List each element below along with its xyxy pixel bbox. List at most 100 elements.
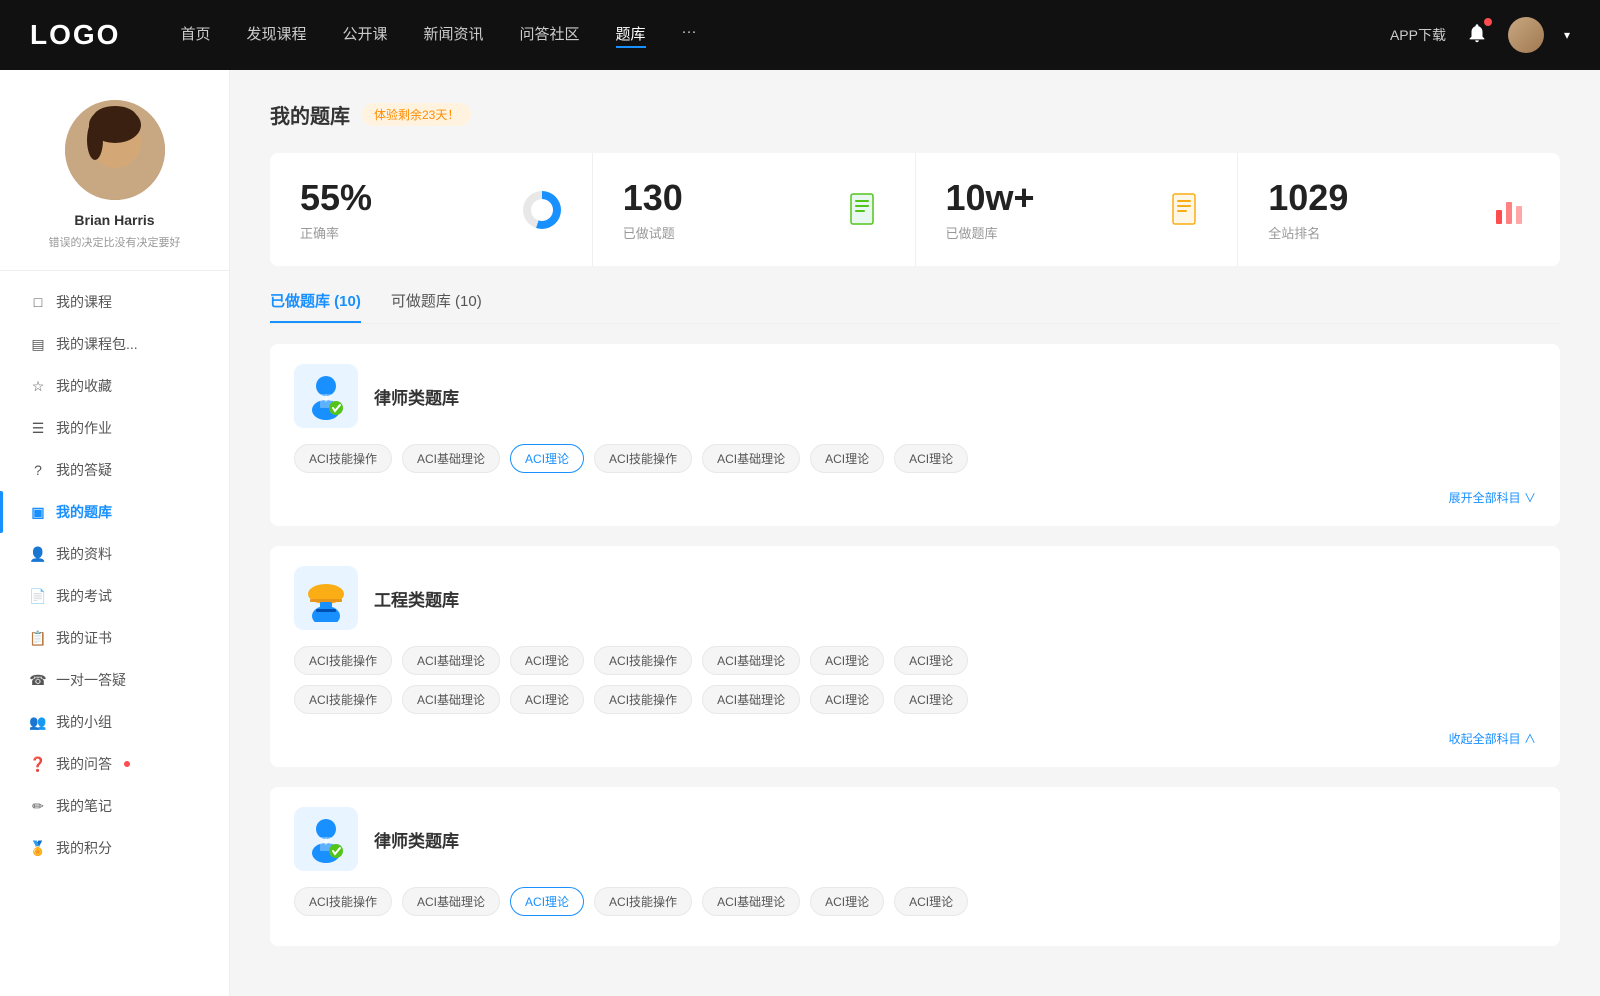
main-layout: Brian Harris 错误的决定比没有决定要好 □我的课程▤我的课程包...… (0, 70, 1600, 996)
stat-icon-doc-orange (1167, 190, 1207, 230)
tag-2-3[interactable]: ACI技能操作 (594, 887, 692, 916)
stat-item-2: 10w+已做题库 (916, 153, 1239, 266)
sidebar-item-label-profile: 我的资料 (56, 544, 112, 564)
stat-item-3: 1029全站排名 (1238, 153, 1560, 266)
nav-right: APP下载 ▾ (1390, 17, 1570, 53)
sidebar-item-label-group: 我的小组 (56, 712, 112, 732)
bank-title-0: 律师类题库 (374, 384, 459, 409)
nav-link-0[interactable]: 首页 (180, 23, 210, 48)
tag-0-1[interactable]: ACI基础理论 (402, 444, 500, 473)
sidebar-item-profile[interactable]: 👤我的资料 (0, 533, 229, 575)
tab-bar: 已做题库 (10) 可做题库 (10) (270, 290, 1560, 324)
sidebar-item-group[interactable]: 👥 我的小组 (0, 701, 229, 743)
qa-icon: ? (30, 462, 46, 478)
sidebar-item-exam[interactable]: 📄我的考试 (0, 575, 229, 617)
tag-r2-1-0[interactable]: ACI技能操作 (294, 685, 392, 714)
stat-value-2: 10w+ (946, 177, 1152, 219)
sidebar-item-course-pkg[interactable]: ▤我的课程包... (0, 323, 229, 365)
nav-link-4[interactable]: 问答社区 (520, 23, 580, 48)
tag-r2-1-4[interactable]: ACI基础理论 (702, 685, 800, 714)
tag-r2-1-1[interactable]: ACI基础理论 (402, 685, 500, 714)
bank-icon: ▣ (30, 504, 46, 520)
sidebar-item-notes[interactable]: ✏ 我的笔记 (0, 785, 229, 827)
tag-2-4[interactable]: ACI基础理论 (702, 887, 800, 916)
tag-r2-1-6[interactable]: ACI理论 (894, 685, 968, 714)
bank-title-2: 律师类题库 (374, 827, 459, 852)
nav-link-1[interactable]: 发现课程 (246, 23, 306, 48)
tag-r1-1-4[interactable]: ACI基础理论 (702, 646, 800, 675)
tab-0[interactable]: 已做题库 (10) (270, 290, 361, 323)
tag-2-2[interactable]: ACI理论 (510, 887, 584, 916)
avatar-image (65, 100, 165, 200)
logo[interactable]: LOGO (30, 19, 120, 51)
sidebar-item-myqa[interactable]: ❓我的问答 (0, 743, 229, 785)
nav-link-3[interactable]: 新闻资讯 (424, 23, 484, 48)
tab-1[interactable]: 可做题库 (10) (391, 290, 482, 323)
points-icon: 🏅 (30, 840, 46, 856)
sidebar-item-label-exam: 我的考试 (56, 586, 112, 606)
sidebar-item-qa[interactable]: ?我的答疑 (0, 449, 229, 491)
bank-icon-engineer (294, 566, 358, 630)
bank-card-bank1: 律师类题库ACI技能操作ACI基础理论ACI理论ACI技能操作ACI基础理论AC… (270, 344, 1560, 526)
tag-2-0[interactable]: ACI技能操作 (294, 887, 392, 916)
nav-link-6[interactable]: ··· (682, 23, 697, 48)
sidebar-item-favorites[interactable]: ☆ 我的收藏 (0, 365, 229, 407)
tag-0-0[interactable]: ACI技能操作 (294, 444, 392, 473)
myqa-dot (124, 761, 130, 767)
tag-2-1[interactable]: ACI基础理论 (402, 887, 500, 916)
bank-cards-container: 律师类题库ACI技能操作ACI基础理论ACI理论ACI技能操作ACI基础理论AC… (270, 344, 1560, 946)
user-avatar-nav[interactable] (1508, 17, 1544, 53)
sidebar-item-bank[interactable]: ▣我的题库 (0, 491, 229, 533)
stat-label-1: 已做试题 (623, 223, 829, 242)
sidebar-item-courses[interactable]: □我的课程 (0, 281, 229, 323)
sidebar-item-cert[interactable]: 📋我的证书 (0, 617, 229, 659)
bank-card-header-2: 律师类题库 (294, 807, 1536, 871)
sidebar-item-homework[interactable]: ☰我的作业 (0, 407, 229, 449)
notification-badge (1484, 18, 1492, 26)
sidebar-username: Brian Harris (74, 212, 154, 228)
tag-0-2[interactable]: ACI理论 (510, 444, 584, 473)
nav-link-5[interactable]: 题库 (616, 23, 646, 48)
notes-icon: ✏ (30, 798, 46, 814)
tag-2-6[interactable]: ACI理论 (894, 887, 968, 916)
notification-bell-icon[interactable] (1466, 22, 1488, 49)
stat-label-0: 正确率 (300, 223, 506, 242)
stat-value-3: 1029 (1268, 177, 1474, 219)
tag-0-3[interactable]: ACI技能操作 (594, 444, 692, 473)
nav-link-2[interactable]: 公开课 (342, 23, 387, 48)
bank-icon-lawyer (294, 807, 358, 871)
avatar (65, 100, 165, 200)
tags-row-0: ACI技能操作 ACI基础理论 ACI理论 ACI技能操作 ACI基础理论 ACI理论 AC… (294, 444, 1536, 473)
sidebar: Brian Harris 错误的决定比没有决定要好 □我的课程▤我的课程包...… (0, 70, 230, 996)
tag-0-4[interactable]: ACI基础理论 (702, 444, 800, 473)
tag-0-5[interactable]: ACI理论 (810, 444, 884, 473)
app-download-button[interactable]: APP下载 (1390, 25, 1446, 45)
tag-r1-1-2[interactable]: ACI理论 (510, 646, 584, 675)
sidebar-item-label-favorites: 我的收藏 (56, 376, 112, 396)
expand-link-0[interactable]: 展开全部科目 ∨ (294, 483, 1536, 506)
tag-r1-1-1[interactable]: ACI基础理论 (402, 646, 500, 675)
tag-2-5[interactable]: ACI理论 (810, 887, 884, 916)
navbar: LOGO 首页 发现课程 公开课 新闻资讯 问答社区 题库 ··· APP下载 ▾ (0, 0, 1600, 70)
group-icon: 👥 (30, 714, 46, 730)
sidebar-menu: □我的课程▤我的课程包... ☆ 我的收藏 ☰我的作业?我的答疑▣我的题库👤我的资料📄… (0, 271, 229, 879)
tag-r2-1-3[interactable]: ACI技能操作 (594, 685, 692, 714)
tags-row-2-1: ACI技能操作 ACI基础理论 ACI理论 ACI技能操作 ACI基础理论 ACI理论 AC… (294, 685, 1536, 714)
tag-r1-1-6[interactable]: ACI理论 (894, 646, 968, 675)
bank-title-1: 工程类题库 (374, 586, 459, 611)
sidebar-item-points[interactable]: 🏅我的积分 (0, 827, 229, 869)
favorites-icon: ☆ (30, 378, 46, 394)
tag-0-6[interactable]: ACI理论 (894, 444, 968, 473)
user-menu-chevron-icon[interactable]: ▾ (1564, 28, 1570, 42)
tag-r1-1-3[interactable]: ACI技能操作 (594, 646, 692, 675)
stat-icon-pie (522, 190, 562, 230)
sidebar-item-label-notes: 我的笔记 (56, 796, 112, 816)
tag-r2-1-2[interactable]: ACI理论 (510, 685, 584, 714)
sidebar-item-label-cert: 我的证书 (56, 628, 112, 648)
tag-r1-1-0[interactable]: ACI技能操作 (294, 646, 392, 675)
sidebar-item-qa1v1[interactable]: ☎一对一答疑 (0, 659, 229, 701)
tag-r1-1-5[interactable]: ACI理论 (810, 646, 884, 675)
sidebar-item-label-homework: 我的作业 (56, 418, 112, 438)
tag-r2-1-5[interactable]: ACI理论 (810, 685, 884, 714)
collapse-link-1[interactable]: 收起全部科目 ∧ (294, 724, 1536, 747)
